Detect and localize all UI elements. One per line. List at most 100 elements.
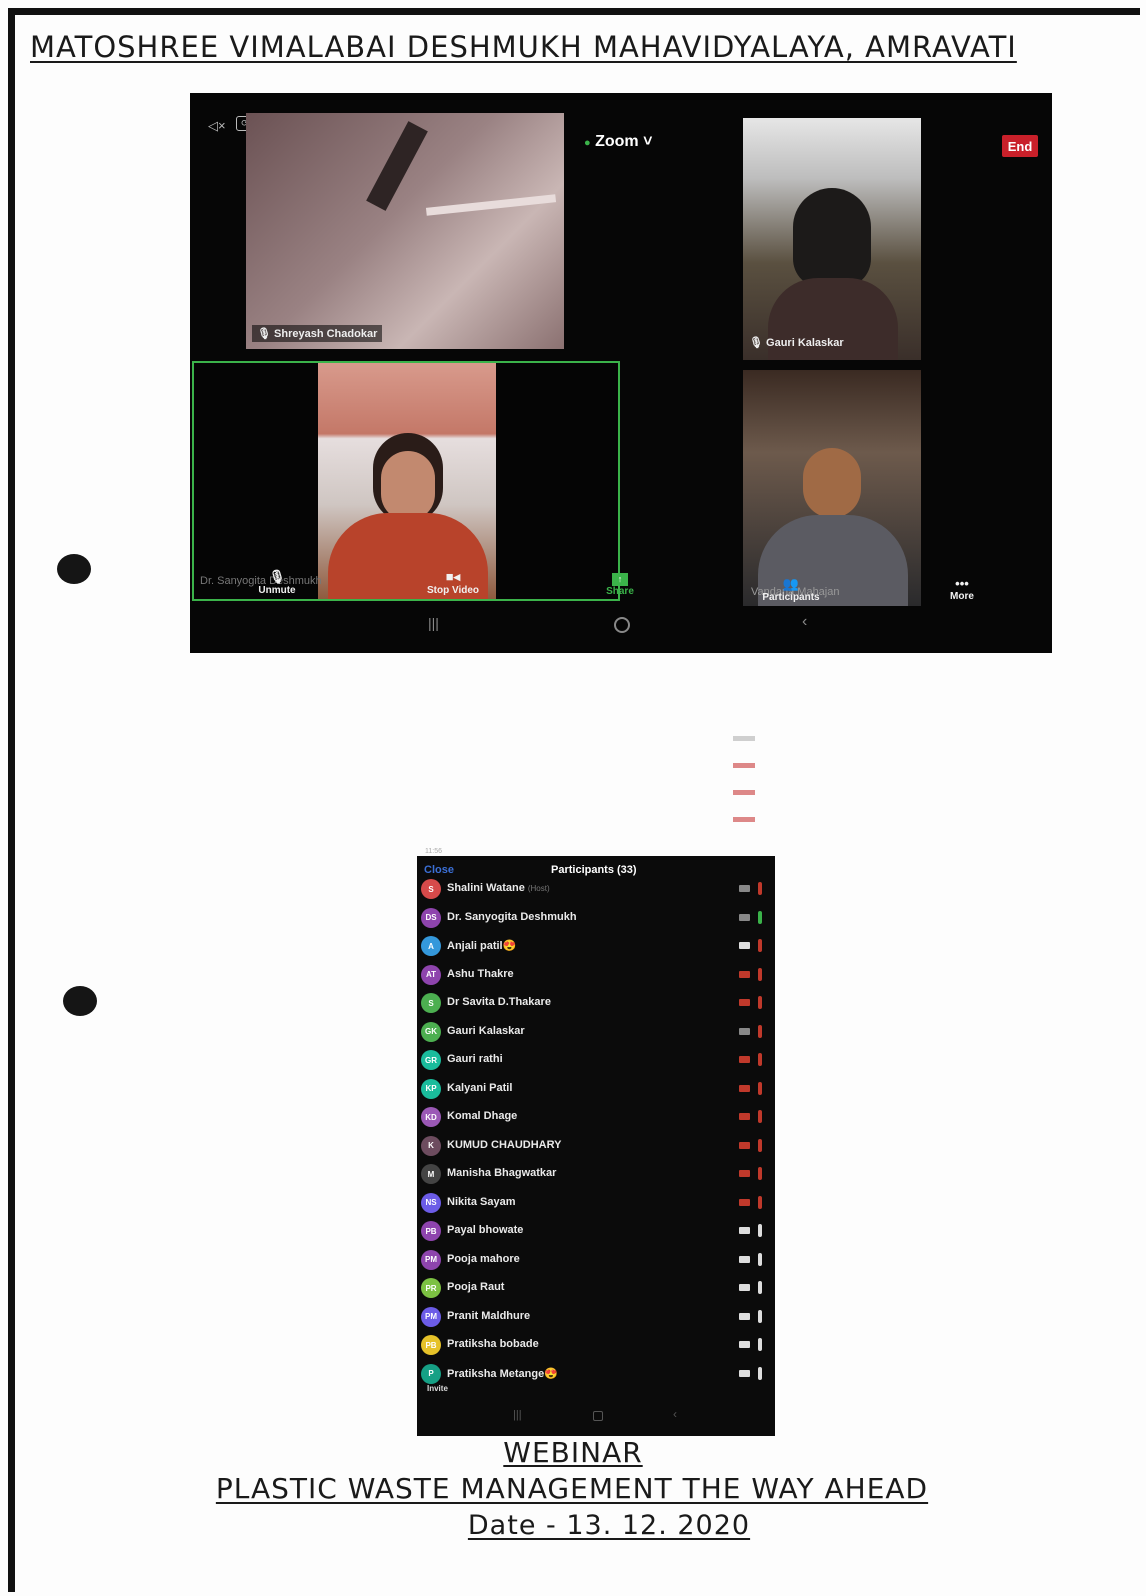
- end-button[interactable]: End: [1002, 135, 1038, 157]
- participant-row[interactable]: PM Pranit Maldhure: [417, 1304, 775, 1332]
- participant-name: Pranit Maldhure: [447, 1310, 530, 1322]
- more-button[interactable]: ••• More: [942, 576, 982, 602]
- footer-webinar: WEBINAR: [503, 1436, 643, 1469]
- participant-name-text: Nikita Sayam: [447, 1195, 516, 1208]
- home-icon[interactable]: [614, 617, 630, 633]
- participant-name-text: Anjali patil😍: [447, 940, 517, 952]
- mic-icon: [758, 1110, 762, 1123]
- participant-row[interactable]: KD Komal Dhage: [417, 1104, 775, 1132]
- participant-name-text: Gauri Kalaskar: [447, 1024, 525, 1037]
- participant-row[interactable]: K KUMUD CHAUDHARY: [417, 1133, 775, 1161]
- participant-row[interactable]: DS Dr. Sanyogita Deshmukh: [417, 905, 775, 933]
- mic-icon: [758, 1252, 762, 1266]
- mic-icon: [758, 1224, 762, 1237]
- avatar: GR: [421, 1050, 441, 1070]
- speaker-muted-icon[interactable]: ◁×: [208, 118, 226, 134]
- college-heading: MATOSHREE VIMALABAI DESHMUKH MAHAVIDYALA…: [30, 30, 1017, 64]
- video-camera-icon: [739, 1284, 750, 1291]
- speaker-face: [381, 451, 435, 521]
- mic-icon: 🎙: [257, 328, 271, 340]
- close-button[interactable]: Close: [424, 864, 454, 876]
- video-camera-icon: [739, 1113, 750, 1120]
- unmute-button[interactable]: 🎙 Unmute: [252, 569, 302, 596]
- video-camera-icon: [739, 1227, 750, 1234]
- video-tile-3-active[interactable]: Dr. Sanyogita Deshmukh: [192, 361, 620, 601]
- participant-row[interactable]: P Pratiksha Metange😍: [417, 1361, 775, 1389]
- participant-row[interactable]: NS Nikita Sayam: [417, 1190, 775, 1218]
- mic-icon: [758, 1195, 762, 1209]
- participant-row[interactable]: PR Pooja Raut: [417, 1275, 775, 1303]
- tile-2-name: 🎙 Gauri Kalaskar: [749, 337, 844, 349]
- video-camera-icon: ■◂: [445, 569, 461, 584]
- back-icon[interactable]: ‹: [673, 1407, 677, 1421]
- home-icon[interactable]: [593, 1411, 603, 1421]
- participant-name-text: Shalini Watane: [447, 882, 525, 894]
- participant-row[interactable]: PB Payal bhowate: [417, 1218, 775, 1246]
- participants-screenshot: 11:56 Close Participants (33) S Shalini W…: [417, 848, 775, 1436]
- ceiling-light: [425, 194, 557, 216]
- participant-name: Gauri rathi: [447, 1053, 503, 1065]
- video-camera-icon: [739, 885, 750, 892]
- invite-button[interactable]: Invite: [427, 1384, 448, 1393]
- back-icon[interactable]: ‹: [802, 613, 807, 631]
- participant-name-text: Pranit Maldhure: [447, 1309, 531, 1322]
- recent-apps-icon[interactable]: |||: [513, 1409, 522, 1421]
- participant-row[interactable]: S Shalini Watane (Host): [417, 876, 775, 904]
- participant-name-text: Payal bhowate: [447, 1224, 524, 1236]
- avatar: KD: [421, 1107, 441, 1127]
- share-button[interactable]: ↑ Share: [600, 573, 640, 597]
- participant-name-text: Pratiksha Metange😍: [447, 1367, 558, 1380]
- zoom-label: Zoom ˅: [595, 133, 653, 150]
- zoom-menu[interactable]: ● Zoom ˅: [584, 133, 652, 151]
- participant-row[interactable]: PB Pratiksha bobade: [417, 1332, 775, 1360]
- participant-row[interactable]: PM Pooja mahore: [417, 1247, 775, 1275]
- participant-row[interactable]: M Manisha Bhagwatkar: [417, 1161, 775, 1189]
- mic-icon: [758, 1167, 762, 1180]
- zoom-meeting-screenshot: ◁× ⟳ ● Zoom ˅ End 🎙 Shreyash Chadokar 🎙 …: [190, 93, 1052, 653]
- participant-name-text: Dr Savita D.Thakare: [447, 996, 551, 1008]
- participant-row[interactable]: GK Gauri Kalaskar: [417, 1019, 775, 1047]
- participant-name-text: Manisha Bhagwatkar: [447, 1167, 557, 1179]
- participant-name: Dr Savita D.Thakare: [447, 996, 551, 1008]
- mic-icon: [758, 1281, 762, 1294]
- mic-icon: [758, 1053, 762, 1066]
- mic-off-icon: 🎙: [268, 569, 286, 584]
- mic-icon: [758, 1309, 762, 1323]
- participant-row[interactable]: AT Ashu Thakre: [417, 962, 775, 990]
- avatar: GK: [421, 1021, 441, 1042]
- participant-name-text: Dr. Sanyogita Deshmukh: [447, 910, 577, 923]
- mic-icon: [758, 910, 762, 924]
- video-camera-icon: [739, 913, 750, 921]
- video-camera-icon: [739, 1084, 750, 1092]
- video-tile-2[interactable]: 🎙 Gauri Kalaskar: [743, 118, 921, 360]
- video-camera-icon: [739, 1056, 750, 1063]
- mic-icon: [758, 996, 762, 1009]
- avatar: PM: [421, 1249, 441, 1270]
- participant-name-text: Ashu Thakre: [447, 967, 514, 980]
- avatar: KP: [421, 1078, 441, 1099]
- stop-video-button[interactable]: ■◂ Stop Video: [418, 569, 488, 596]
- shield-icon: ●: [584, 137, 591, 149]
- footer-topic: PLASTIC WASTE MANAGEMENT THE WAY AHEAD: [215, 1472, 929, 1505]
- participants-button[interactable]: 👥 Participants: [756, 576, 826, 603]
- avatar: NS: [421, 1192, 441, 1213]
- participant-name-text: Komal Dhage: [447, 1110, 518, 1122]
- participant-name-text: Pooja Raut: [447, 1281, 505, 1293]
- recent-apps-icon[interactable]: |||: [428, 615, 439, 631]
- participant-name: Pratiksha bobade: [447, 1338, 539, 1350]
- participant-row[interactable]: GR Gauri rathi: [417, 1047, 775, 1075]
- share-icon: ↑: [612, 573, 628, 586]
- video-tile-1[interactable]: 🎙 Shreyash Chadokar: [246, 113, 564, 349]
- video-tile-4[interactable]: Vandana Mahajan: [743, 370, 921, 606]
- punch-hole-top: [57, 554, 91, 584]
- participant-figure: [793, 188, 871, 288]
- participant-row[interactable]: S Dr Savita D.Thakare: [417, 990, 775, 1018]
- video-camera-icon: [739, 999, 750, 1006]
- participant-name: Gauri Kalaskar: [447, 1025, 525, 1037]
- punch-hole-bottom: [63, 986, 97, 1016]
- avatar: S: [421, 879, 441, 899]
- participant-row[interactable]: KP Kalyani Patil: [417, 1076, 775, 1104]
- bleed-through-marks: [733, 736, 763, 844]
- mic-icon: [758, 1024, 762, 1038]
- participant-row[interactable]: A Anjali patil😍: [417, 933, 775, 961]
